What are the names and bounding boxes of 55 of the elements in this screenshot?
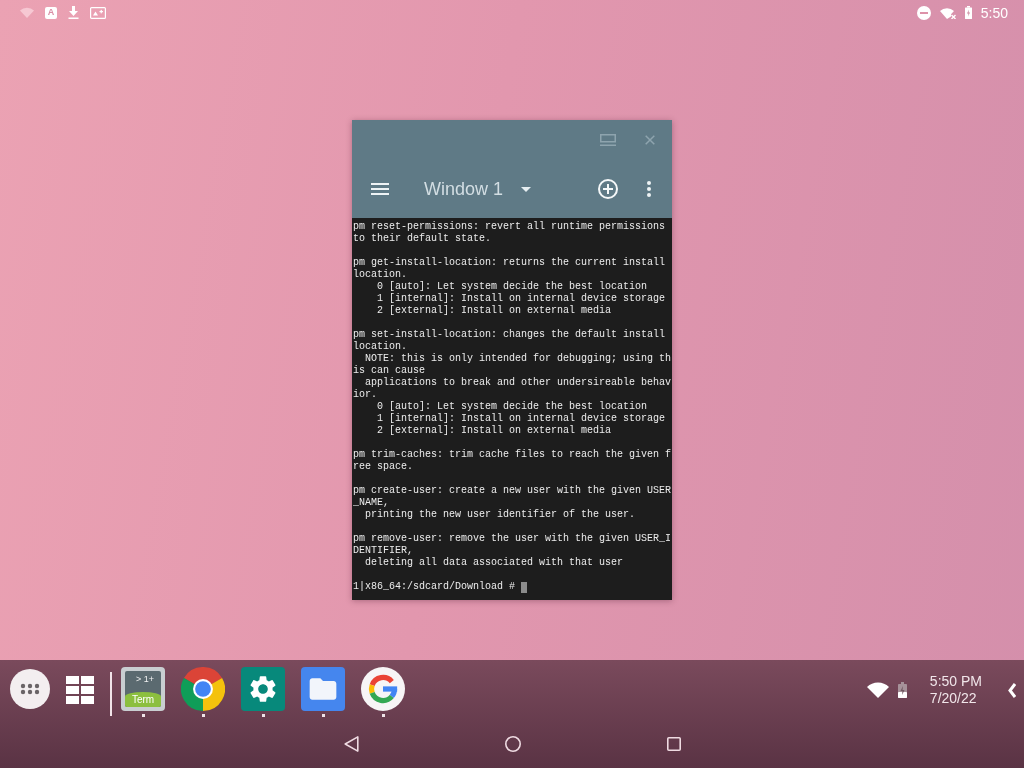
terminal-line: 2 [external]: Install on external media: [376, 425, 613, 437]
terminal-line: pm create-user: create a new user with the given USER: [353, 485, 672, 497]
terminal-line: is can cause: [353, 365, 426, 377]
wifi-icon: [939, 6, 956, 19]
terminal-line: pm reset-permissions: revert all runtime permissions: [353, 221, 667, 233]
clock-time: 5:50 PM: [929, 673, 982, 690]
terminal-line: ior.: [353, 389, 378, 401]
terminal-line: location.: [353, 269, 408, 281]
terminal-line: printing the new user identifier of the user.: [364, 509, 637, 521]
terminal-line: 2 [external]: Install on external media: [376, 305, 613, 317]
terminal-line: pm remove-user: remove the user with the given USER_I: [353, 533, 672, 545]
terminal-line: 0 [auto]: Let system decide the best location: [376, 281, 649, 293]
terminal-line: 1 [internal]: Install on internal device storage: [376, 293, 667, 305]
back-icon[interactable]: [343, 736, 359, 752]
terminal-line: applications to break and other undersireable behav: [364, 377, 672, 389]
download-icon: [68, 6, 79, 19]
terminal-line: pm trim-caches: trim cache files to reach the given f: [353, 449, 672, 461]
terminal-line: pm set-install-location: changes the default install: [353, 329, 667, 341]
app-drawer-button[interactable]: [10, 669, 50, 709]
terminal-line: to their default state.: [353, 233, 493, 245]
tricolor-circle-icon[interactable]: [181, 667, 225, 711]
battery-charging-icon: [897, 682, 907, 698]
terminal-prompt: 1|x86_64:/sdcard/Download #: [353, 581, 516, 593]
do-not-disturb-icon: [916, 5, 931, 20]
home-icon[interactable]: [504, 736, 521, 752]
more-options-icon[interactable]: [647, 181, 651, 197]
battery-charging-icon: [964, 6, 972, 19]
gear-icon[interactable]: [241, 667, 285, 711]
terminal-line: DENTIFIER,: [353, 545, 414, 557]
terminal-line: location.: [353, 341, 408, 353]
menu-icon[interactable]: [371, 183, 389, 195]
terminal-line: 1 [internal]: Install on internal device storage: [376, 413, 667, 425]
add-circle-icon[interactable]: [598, 179, 618, 199]
terminal-line: 0 [auto]: Let system decide the best location: [376, 401, 649, 413]
wifi-icon: [20, 7, 34, 18]
recents-icon[interactable]: [666, 737, 681, 751]
dots-grid-icon: [20, 683, 40, 695]
terminal-app-button[interactable]: > 1+ Term: [121, 667, 165, 711]
clock-date: 7/20/22: [929, 690, 978, 707]
chevron-left-icon[interactable]: [1008, 682, 1016, 698]
wifi-icon: [866, 682, 889, 698]
picture-frame-icon: [90, 6, 106, 19]
caret-icon: [521, 186, 532, 192]
terminal-line: _NAME,: [353, 497, 390, 509]
letter-icon: A: [45, 6, 57, 19]
text-cursor-icon: [521, 581, 528, 593]
terminal-line: ree space.: [353, 461, 414, 473]
terminal-line: pm get-install-location: returns the current install: [353, 257, 667, 269]
grid-icon[interactable]: [66, 676, 94, 704]
window-selector[interactable]: Window 1: [424, 178, 532, 200]
terminal-line: deleting all data associated with that user: [364, 557, 625, 569]
status-time: 5:50: [980, 4, 1008, 21]
folder-icon[interactable]: [301, 667, 345, 711]
colored-g-icon[interactable]: [361, 667, 405, 711]
terminal-line: NOTE: this is only intended for debugging; using th: [364, 353, 672, 365]
